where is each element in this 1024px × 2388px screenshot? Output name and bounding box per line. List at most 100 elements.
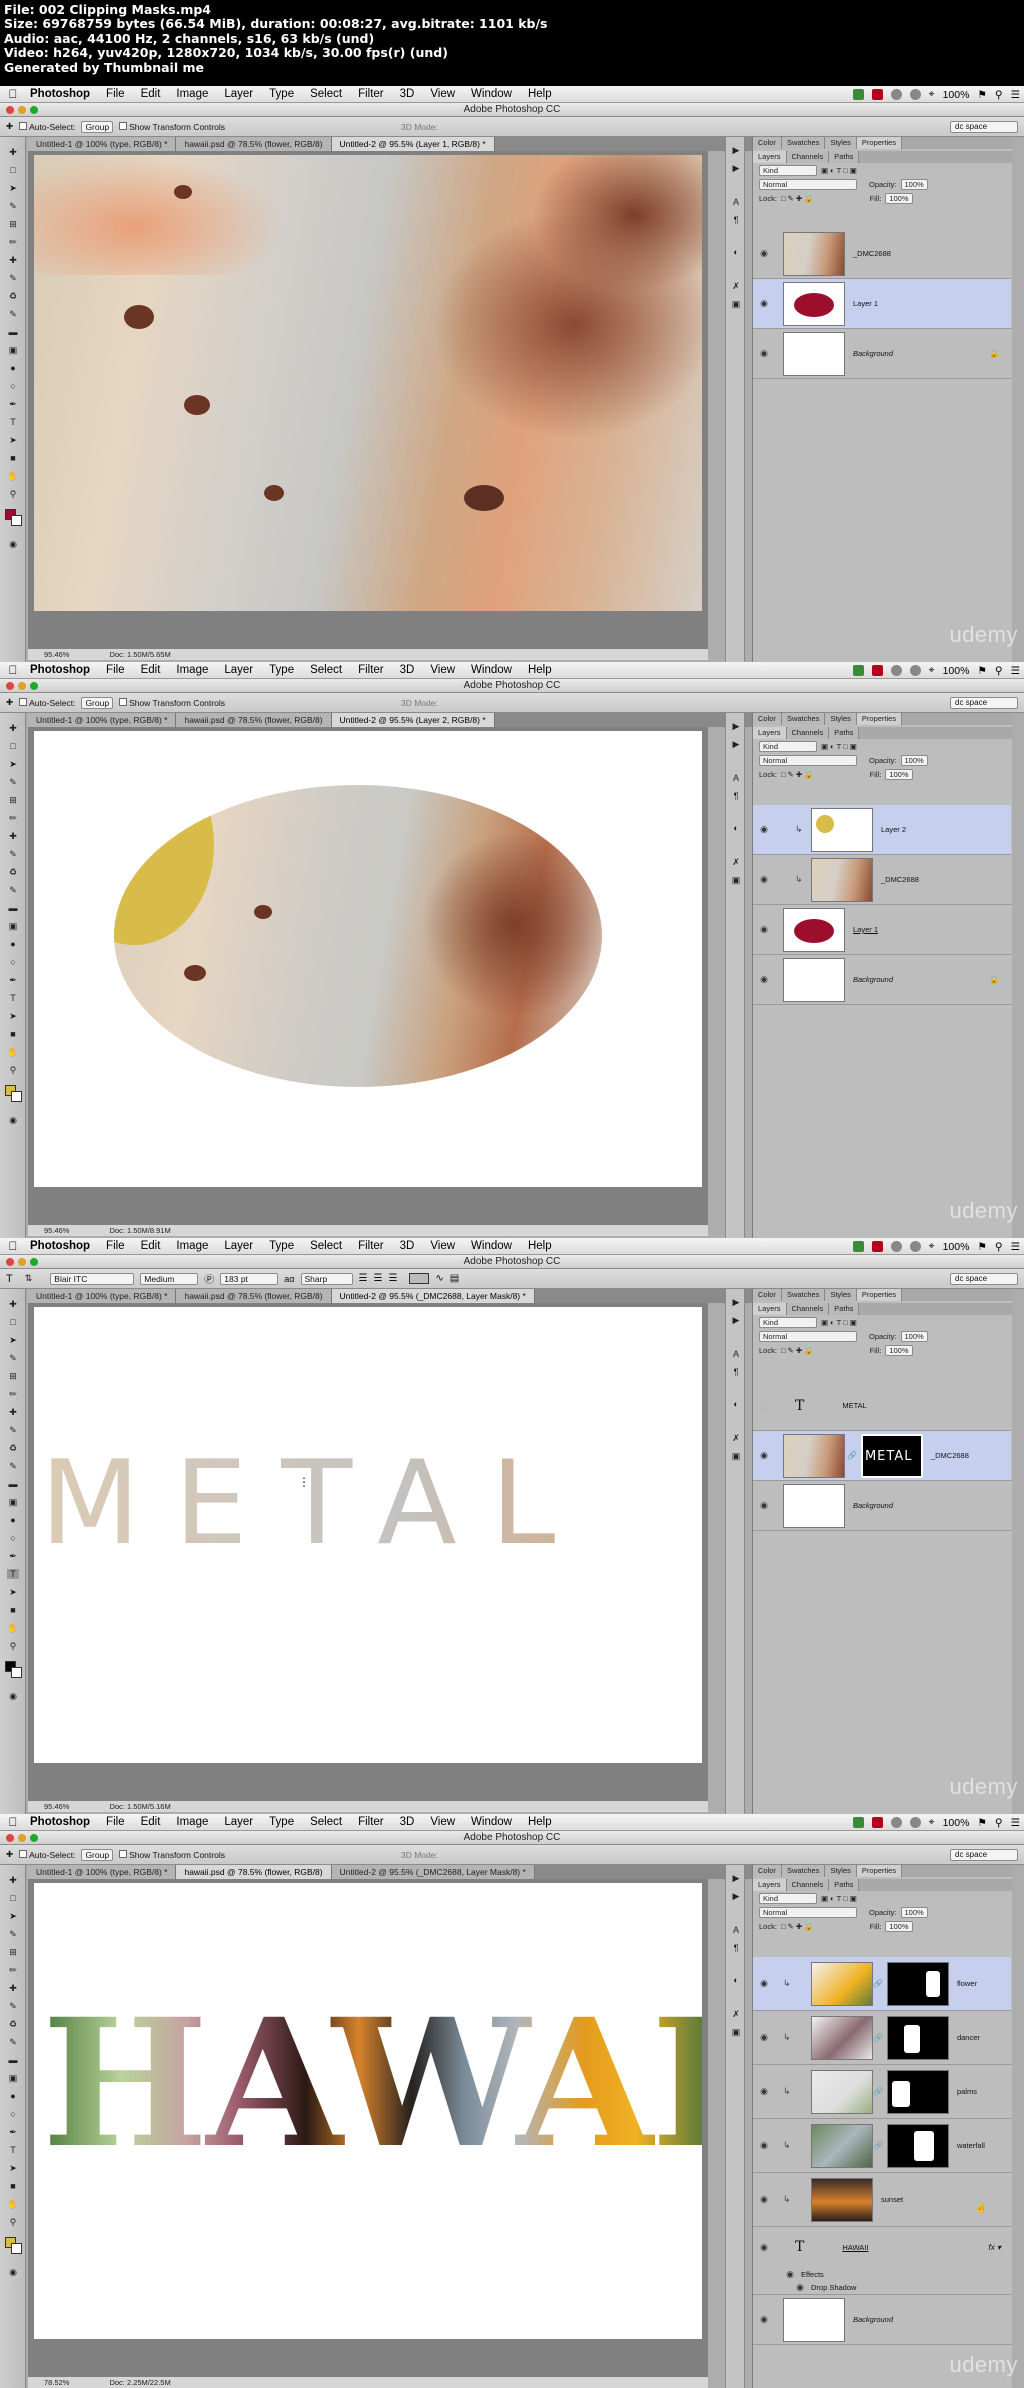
menu-edit[interactable]: Edit xyxy=(133,1816,169,1828)
move-tool-icon[interactable]: ✚ xyxy=(7,1299,19,1309)
character-icon[interactable]: A xyxy=(730,1349,742,1359)
clone-stamp-icon[interactable]: ♻ xyxy=(7,2019,19,2029)
flag-icon[interactable]: ⚑ xyxy=(977,665,986,677)
canvas-white[interactable]: HAWAII xyxy=(34,1883,702,2339)
paragraph-icon[interactable]: ¶ xyxy=(730,1943,742,1953)
minimize-window-icon[interactable] xyxy=(18,1258,26,1266)
eyedropper-icon[interactable]: ✏ xyxy=(7,1965,19,1975)
shape-tool-icon[interactable]: ■ xyxy=(7,2181,19,2191)
spotlight-icon[interactable]: ⚲ xyxy=(995,89,1003,101)
transform-controls[interactable]: Show Transform Controls xyxy=(119,697,225,708)
warp-text-icon[interactable]: ∿ xyxy=(435,1273,443,1284)
apple-icon[interactable]:  xyxy=(0,1815,26,1829)
visibility-eye-icon[interactable]: ◉ xyxy=(757,2194,771,2205)
chain-link-icon[interactable]: 🔗 xyxy=(873,2033,883,2042)
menu-layer[interactable]: Layer xyxy=(216,88,261,100)
quick-mask-icon[interactable]: ◉ xyxy=(7,539,19,549)
eraser-icon[interactable]: ▬ xyxy=(7,903,19,913)
zoom-level[interactable]: 95.46% xyxy=(44,650,69,659)
tool-presets-icon[interactable]: ✗ xyxy=(730,857,742,867)
path-select-icon[interactable]: ➤ xyxy=(7,2163,19,2173)
group-select[interactable]: Group xyxy=(81,120,114,133)
close-window-icon[interactable] xyxy=(6,1834,14,1842)
hand-tool-icon[interactable]: ✋ xyxy=(7,471,19,481)
clone-stamp-icon[interactable]: ♻ xyxy=(7,867,19,877)
fill-input[interactable]: 100% xyxy=(885,192,913,204)
background-color-swatch[interactable] xyxy=(11,2243,22,2254)
filter-icons[interactable]: ▣ ◐ T □ ▣ xyxy=(821,1894,857,1903)
move-tool-icon[interactable]: ✚ xyxy=(7,1875,19,1885)
history-icon[interactable]: ▶ xyxy=(730,145,742,155)
menu-layer[interactable]: Layer xyxy=(216,1816,261,1828)
layer-row[interactable]: ◉ Background xyxy=(753,1481,1011,1531)
zoom-window-icon[interactable] xyxy=(30,682,38,690)
healing-brush-icon[interactable]: ✚ xyxy=(7,1407,19,1417)
eyedropper-icon[interactable]: ✏ xyxy=(7,237,19,247)
tab-properties[interactable]: Properties xyxy=(856,713,903,725)
apple-icon[interactable]:  xyxy=(0,87,26,101)
brush-tool-icon[interactable]: ✎ xyxy=(7,2001,19,2011)
actions-icon[interactable]: ▶ xyxy=(730,163,742,173)
tray-sync-icon[interactable] xyxy=(890,665,902,676)
tray-clock-icon[interactable] xyxy=(909,89,921,100)
zoom-window-icon[interactable] xyxy=(30,106,38,114)
filter-icons[interactable]: ▣ ◐ T □ ▣ xyxy=(821,166,857,175)
visibility-eye-icon[interactable]: ◉ xyxy=(757,1500,771,1511)
menu-help[interactable]: Help xyxy=(520,88,560,100)
blur-tool-icon[interactable]: ● xyxy=(7,363,19,373)
drop-shadow-row[interactable]: ◉ Drop Shadow xyxy=(753,2281,1011,2295)
blur-tool-icon[interactable]: ● xyxy=(7,2091,19,2101)
layer-mask-thumbnail[interactable] xyxy=(886,2015,949,2060)
fill-input[interactable]: 100% xyxy=(885,768,913,780)
effects-row[interactable]: ◉ Effects xyxy=(753,2267,1011,2281)
tab-paths[interactable]: Paths xyxy=(829,151,860,163)
tab-paths[interactable]: Paths xyxy=(829,727,860,739)
tray-app-icon[interactable] xyxy=(852,1817,864,1828)
menu-filter[interactable]: Filter xyxy=(350,1240,392,1252)
hand-tool-icon[interactable]: ✋ xyxy=(7,2199,19,2209)
font-style-select[interactable]: Medium xyxy=(140,1272,199,1285)
layer-row[interactable]: ◉ ↳ 🔗 palms xyxy=(753,2065,1011,2119)
list-icon[interactable]: ☰ xyxy=(1011,665,1020,677)
move-tool-icon[interactable]: ✚ xyxy=(6,121,13,132)
tool-presets-icon[interactable]: ✗ xyxy=(730,1433,742,1443)
visibility-eye-icon[interactable]: ◉ xyxy=(757,974,771,985)
tab-channels[interactable]: Channels xyxy=(786,727,830,739)
visibility-eye-icon[interactable]: ◉ xyxy=(757,924,771,935)
tab-properties[interactable]: Properties xyxy=(856,137,903,149)
dodge-tool-icon[interactable]: ○ xyxy=(7,957,19,967)
close-window-icon[interactable] xyxy=(6,106,14,114)
layer-row-selected[interactable]: ◉ ↳ 🔗 flower xyxy=(753,1957,1011,2011)
opacity-input[interactable]: 100% xyxy=(900,754,928,766)
kind-filter[interactable]: Kind xyxy=(759,164,817,176)
history-brush-icon[interactable]: ✎ xyxy=(7,309,19,319)
lock-icons[interactable]: □ ✎ ✚ 🔒 xyxy=(781,770,814,779)
dodge-tool-icon[interactable]: ○ xyxy=(7,381,19,391)
quick-mask-icon[interactable]: ◉ xyxy=(7,1691,19,1701)
zoom-window-icon[interactable] xyxy=(30,1834,38,1842)
menu-app-photoshop[interactable]: Photoshop xyxy=(26,88,98,100)
spotlight-icon[interactable]: ⚲ xyxy=(995,1817,1003,1829)
text-color-swatch[interactable] xyxy=(409,1273,430,1284)
menu-window[interactable]: Window xyxy=(463,1816,520,1828)
menu-select[interactable]: Select xyxy=(302,1816,350,1828)
background-color-swatch[interactable] xyxy=(11,1091,22,1102)
transform-controls[interactable]: Show Transform Controls xyxy=(119,121,225,132)
tab-layers[interactable]: Layers xyxy=(753,1879,787,1891)
flag-icon[interactable]: ⚑ xyxy=(977,1241,986,1253)
tray-app-icon[interactable] xyxy=(852,1241,864,1252)
menu-file[interactable]: File xyxy=(98,88,133,100)
tab-hawaii[interactable]: hawaii.psd @ 78.5% (flower, RGB/8) xyxy=(176,137,332,151)
tab-untitled-2[interactable]: Untitled-2 @ 95.5% (_DMC2688, Layer Mask… xyxy=(331,1865,535,1879)
spotlight-icon[interactable]: ⚲ xyxy=(995,1241,1003,1253)
layer-mask-thumbnail[interactable] xyxy=(886,2123,949,2168)
layer-row[interactable]: ◉ ↳ sunset ☝ xyxy=(753,2173,1011,2227)
visibility-eye-icon[interactable]: ◉ xyxy=(757,1450,771,1461)
paragraph-icon[interactable]: ¶ xyxy=(730,215,742,225)
quick-mask-icon[interactable]: ◉ xyxy=(7,1115,19,1125)
tab-untitled-2[interactable]: Untitled-2 @ 95.5% (_DMC2688, Layer Mask… xyxy=(331,1289,535,1303)
battery-level[interactable]: 100% xyxy=(943,89,970,101)
hand-tool-icon[interactable]: ✋ xyxy=(7,1623,19,1633)
layer-row[interactable]: ◉ T HAWAII fx ▾ xyxy=(753,2227,1011,2267)
healing-brush-icon[interactable]: ✚ xyxy=(7,831,19,841)
